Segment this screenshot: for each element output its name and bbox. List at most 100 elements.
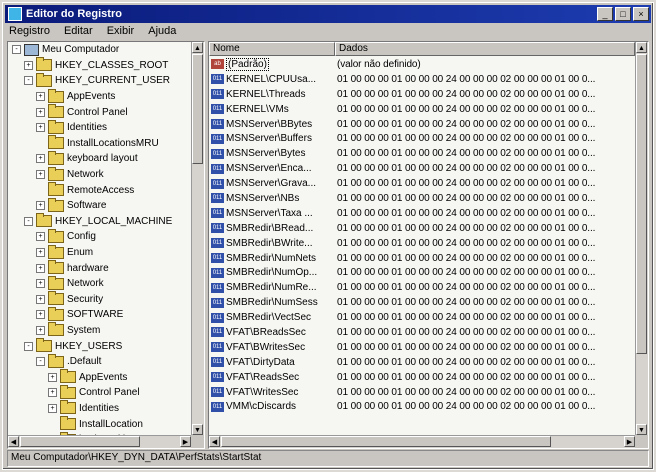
value-row[interactable]: 011 SMBRedir\BRead... 01 00 00 00 01 00 00… xyxy=(209,221,635,236)
value-row[interactable]: 011 SMBRedir\NumOp... 01 00 00 00 01 00 00… xyxy=(209,265,635,280)
tree-node[interactable]: - Meu Computador xyxy=(8,42,191,58)
value-row[interactable]: 011 VFAT\BReadsSec 01 00 00 00 01 00 00 00… xyxy=(209,325,635,340)
collapse-icon[interactable]: - xyxy=(36,357,45,367)
tree-node[interactable]: + AppEvents xyxy=(8,88,191,105)
expand-icon[interactable]: + xyxy=(36,248,45,258)
value-row[interactable]: 011 VMM\cDiscards 01 00 00 00 01 00 00 00 … xyxy=(209,399,635,414)
tree-node[interactable]: + Enum xyxy=(8,244,191,261)
tree-horizontal-scrollbar[interactable]: ◀ ▶ xyxy=(8,435,191,448)
collapse-icon[interactable]: - xyxy=(24,341,33,351)
tree-vertical-scrollbar[interactable]: ▲ ▼ xyxy=(191,42,204,435)
value-row[interactable]: 011 SMBRedir\NumNets 01 00 00 00 01 00 00 … xyxy=(209,251,635,266)
tree-node[interactable]: + Control Panel xyxy=(8,384,191,401)
key-tree: - Meu Computador + HKEY_CLASSES_ROOT - HKEY_C… xyxy=(8,42,191,435)
value-row[interactable]: 011 VFAT\DirtyData 01 00 00 00 01 00 00 00… xyxy=(209,355,635,370)
expand-icon[interactable]: + xyxy=(36,232,45,242)
tree-node[interactable]: + System xyxy=(8,322,191,339)
expand-icon[interactable]: + xyxy=(48,372,57,382)
list-horizontal-scrollbar[interactable]: ◀ ▶ xyxy=(209,435,635,448)
menu-ajuda[interactable]: Ajuda xyxy=(146,25,178,40)
expand-icon[interactable]: + xyxy=(36,123,45,133)
scroll-right-arrow-icon[interactable]: ▶ xyxy=(624,436,635,447)
expand-icon[interactable]: + xyxy=(24,60,33,70)
tree-node[interactable]: + Software xyxy=(8,197,191,214)
expand-icon[interactable]: + xyxy=(48,388,57,398)
value-row[interactable]: 011 MSNServer\BBytes 01 00 00 00 01 00 00 … xyxy=(209,117,635,132)
value-row[interactable]: 011 KERNEL\VMs 01 00 00 00 01 00 00 00 24 … xyxy=(209,102,635,117)
value-row[interactable]: 011 SMBRedir\VectSec 01 00 00 00 01 00 00 … xyxy=(209,310,635,325)
value-row[interactable]: 011 MSNServer\Enca... 01 00 00 00 01 00 00… xyxy=(209,161,635,176)
value-row[interactable]: 011 SMBRedir\NumSess 01 00 00 00 01 00 00 … xyxy=(209,295,635,310)
tree-node[interactable]: - HKEY_USERS xyxy=(8,338,191,354)
tree-node[interactable]: RemoteAccess xyxy=(8,182,191,198)
value-row[interactable]: 011 MSNServer\Bytes 01 00 00 00 01 00 00 0… xyxy=(209,146,635,161)
tree-node[interactable]: + AppEvents xyxy=(8,369,191,385)
menu-exibir[interactable]: Exibir xyxy=(105,25,137,40)
tree-node[interactable]: InstallLocation xyxy=(8,416,191,432)
scroll-left-arrow-icon[interactable]: ◀ xyxy=(209,436,220,447)
value-row[interactable]: 011 VFAT\BWritesSec 01 00 00 00 01 00 00 0… xyxy=(209,340,635,355)
menu-registro[interactable]: Registro xyxy=(7,25,52,40)
column-header-data[interactable]: Dados xyxy=(335,42,635,56)
scroll-left-arrow-icon[interactable]: ◀ xyxy=(8,436,19,447)
value-row[interactable]: 011 KERNEL\CPUUsa... 01 00 00 00 01 00 00 … xyxy=(209,72,635,87)
minimize-button[interactable]: _ xyxy=(597,7,613,21)
tree-scroll-thumb[interactable] xyxy=(192,54,203,164)
expand-icon[interactable]: + xyxy=(36,154,45,164)
tree-hscroll-thumb[interactable] xyxy=(20,436,140,447)
tree-node[interactable]: + hardware xyxy=(8,260,191,276)
tree-node[interactable]: - HKEY_CURRENT_USER xyxy=(8,72,191,89)
list-vertical-scrollbar[interactable]: ▲ ▼ xyxy=(635,42,648,435)
value-row[interactable]: 011 KERNEL\Threads 01 00 00 00 01 00 00 00… xyxy=(209,87,635,102)
collapse-icon[interactable]: - xyxy=(24,76,33,86)
expand-icon[interactable]: + xyxy=(36,263,45,273)
expand-icon[interactable]: + xyxy=(36,201,45,211)
expand-icon[interactable]: + xyxy=(36,294,45,304)
scroll-down-arrow-icon[interactable]: ▼ xyxy=(192,424,203,435)
expand-icon[interactable]: + xyxy=(48,403,57,413)
tree-node[interactable]: - .Default xyxy=(8,353,191,370)
expand-icon[interactable]: + xyxy=(36,170,45,180)
tree-node[interactable]: + Config xyxy=(8,228,191,245)
expand-icon[interactable]: + xyxy=(36,92,45,102)
close-button[interactable]: × xyxy=(633,7,649,21)
tree-node[interactable]: + Identities xyxy=(8,400,191,417)
list-scroll-thumb[interactable] xyxy=(636,54,647,354)
tree-node[interactable]: + Network xyxy=(8,166,191,183)
scroll-up-arrow-icon[interactable]: ▲ xyxy=(192,42,203,53)
value-row[interactable]: 011 SMBRedir\NumRe... 01 00 00 00 01 00 00… xyxy=(209,280,635,295)
value-row[interactable]: 011 VFAT\WritesSec 01 00 00 00 01 00 00 00… xyxy=(209,385,635,400)
value-name: 011 KERNEL\Threads xyxy=(209,89,335,100)
tree-node[interactable]: + HKEY_CLASSES_ROOT xyxy=(8,57,191,74)
collapse-icon[interactable]: - xyxy=(12,45,21,55)
tree-node[interactable]: + SOFTWARE xyxy=(8,306,191,323)
value-row[interactable]: 011 MSNServer\NBs 01 00 00 00 01 00 00 00 … xyxy=(209,191,635,206)
tree-node[interactable]: + keyboard layout xyxy=(8,150,191,167)
title-bar[interactable]: Editor do Registro _ □ × xyxy=(5,5,651,23)
value-row[interactable]: 011 MSNServer\Grava... 01 00 00 00 01 00 0… xyxy=(209,176,635,191)
expand-icon[interactable]: + xyxy=(36,325,45,335)
value-row[interactable]: 011 MSNServer\Buffers 01 00 00 00 01 00 00… xyxy=(209,131,635,146)
tree-node[interactable]: + Identities xyxy=(8,119,191,136)
value-row[interactable]: 011 SMBRedir\BWrite... 01 00 00 00 01 00 0… xyxy=(209,236,635,251)
expand-icon[interactable]: + xyxy=(36,107,45,117)
computer-icon xyxy=(24,43,39,56)
tree-node[interactable]: - HKEY_LOCAL_MACHINE xyxy=(8,213,191,230)
value-row[interactable]: ab (Padrão) (valor não definido) xyxy=(209,57,635,72)
scroll-up-arrow-icon[interactable]: ▲ xyxy=(636,42,647,53)
scroll-down-arrow-icon[interactable]: ▼ xyxy=(636,424,647,435)
scroll-right-arrow-icon[interactable]: ▶ xyxy=(180,436,191,447)
tree-node[interactable]: InstallLocationsMRU xyxy=(8,135,191,152)
value-row[interactable]: 011 VFAT\ReadsSec 01 00 00 00 01 00 00 00 … xyxy=(209,370,635,385)
tree-node[interactable]: + Control Panel xyxy=(8,104,191,120)
column-header-name[interactable]: Nome xyxy=(209,42,335,56)
tree-node[interactable]: + Network xyxy=(8,275,191,292)
list-hscroll-thumb[interactable] xyxy=(221,436,551,447)
expand-icon[interactable]: + xyxy=(36,310,45,320)
tree-node[interactable]: + Security xyxy=(8,291,191,308)
value-row[interactable]: 011 MSNServer\Taxa ... 01 00 00 00 01 00 0… xyxy=(209,206,635,221)
menu-editar[interactable]: Editar xyxy=(62,25,95,40)
collapse-icon[interactable]: - xyxy=(24,216,33,226)
maximize-button[interactable]: □ xyxy=(615,7,631,21)
expand-icon[interactable]: + xyxy=(36,279,45,289)
